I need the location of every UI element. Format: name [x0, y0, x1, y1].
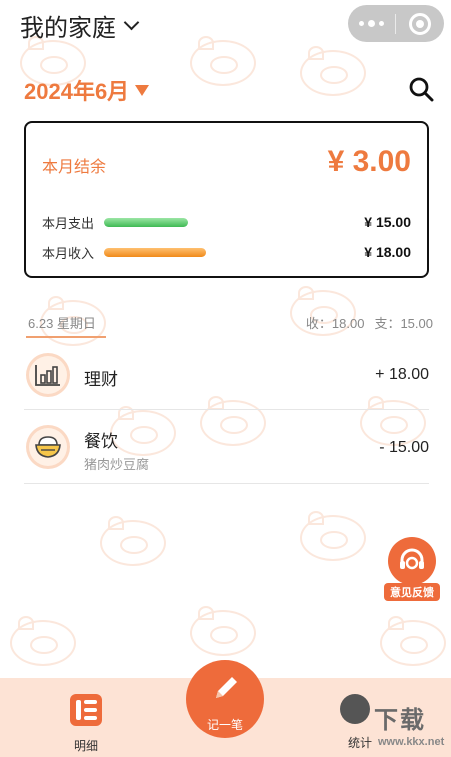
expense-row: 本月支出 ¥ 15.00 [42, 212, 411, 232]
item-subtitle: 猪肉炒豆腐 [84, 457, 150, 472]
item-amount: + 18.00 [375, 366, 429, 383]
headset-icon [388, 537, 436, 585]
miniprogram-capsule [348, 5, 444, 42]
day-income: 收：18.00 [305, 316, 365, 331]
list-item[interactable]: 理财 + 18.00 [24, 342, 429, 410]
family-selector[interactable]: 我的家庭 [20, 8, 140, 43]
balance-label: 本月结余 [42, 159, 107, 176]
pen-icon [216, 677, 237, 698]
tab-detail[interactable]: 明细 [56, 692, 116, 754]
top-bar: 我的家庭 [0, 0, 451, 48]
rice-bowl-icon [35, 436, 61, 458]
triangle-down-icon [135, 84, 150, 96]
family-title: 我的家庭 [20, 15, 116, 42]
income-label: 本月收入 [42, 245, 95, 261]
income-row: 本月收入 ¥ 18.00 [42, 242, 411, 262]
list-item[interactable]: 餐饮 猪肉炒豆腐 - 15.00 [24, 410, 429, 484]
more-icon[interactable] [348, 19, 395, 27]
expense-label: 本月支出 [42, 215, 95, 231]
day-underline [26, 336, 106, 338]
add-record-button[interactable]: 记一笔 [186, 660, 264, 738]
income-value: ¥ 18.00 [364, 244, 411, 260]
expense-bar [104, 217, 188, 227]
watermark-url: www.kkx.net [378, 736, 445, 748]
expense-value: ¥ 15.00 [364, 214, 411, 230]
bar-chart-icon [35, 365, 60, 386]
item-amount: - 15.00 [379, 439, 429, 456]
item-title: 餐饮 [84, 432, 118, 451]
item-title: 理财 [84, 370, 118, 389]
search-icon[interactable] [408, 76, 434, 102]
feedback-button[interactable]: 意见反馈 [384, 537, 440, 603]
income-bar [104, 247, 206, 257]
pie-chart-icon [340, 694, 370, 724]
month-picker[interactable]: 2024年6月 [24, 74, 150, 106]
list-icon [70, 694, 102, 726]
watermark: 下载 www.kkx.net [338, 692, 448, 754]
month-label: 2024年6月 [24, 79, 130, 104]
chevron-down-icon [123, 14, 140, 31]
close-miniprogram-icon[interactable] [396, 12, 444, 35]
monthly-summary-card: 本月结余 ¥ 3.00 本月支出 ¥ 15.00 本月收入 ¥ 18.00 [24, 121, 429, 278]
day-date: 6.23 星期日 [28, 316, 96, 331]
day-totals: 收：18.00 支：15.00 [306, 313, 433, 332]
tab-detail-label: 明细 [73, 739, 98, 753]
watermark-text: 下载 [374, 707, 426, 734]
balance-value: ¥ 3.00 [327, 145, 411, 178]
day-expense: 支：15.00 [374, 316, 433, 331]
feedback-label: 意见反馈 [384, 583, 440, 601]
add-record-label: 记一笔 [206, 718, 243, 732]
